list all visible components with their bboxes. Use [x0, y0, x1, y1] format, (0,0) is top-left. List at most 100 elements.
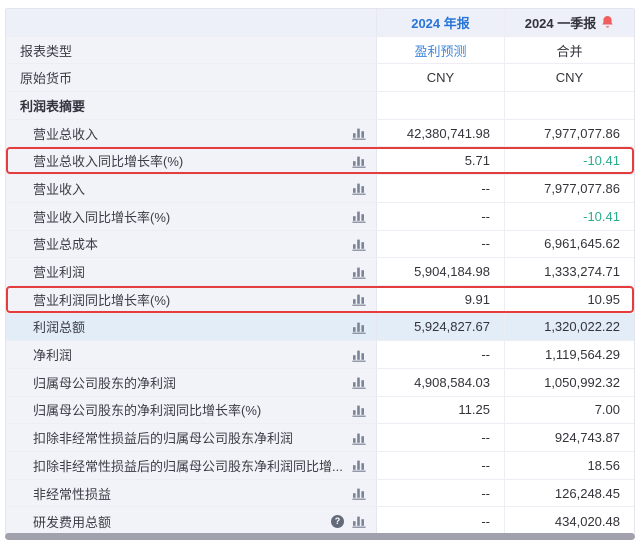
row-label-cell: 营业利润 ? [6, 258, 377, 285]
row-label: 研发费用总额 [33, 512, 111, 531]
indicator-header-cell [6, 9, 377, 36]
bar-chart-icon[interactable] [351, 514, 366, 529]
row-label-cell: 营业总收入 ? [6, 120, 377, 147]
annual-header-label[interactable]: 2024 年报 [411, 13, 470, 32]
cell-value: 6,961,645.62 [544, 236, 620, 251]
row-label: 营业利润同比增长率(%) [33, 290, 170, 309]
cell-value: 5,904,184.98 [414, 264, 490, 279]
cell-value: 盈利预测 [414, 41, 466, 60]
annual-value-cell: -- [377, 507, 505, 535]
row-icons: ? [343, 264, 366, 279]
bar-chart-icon[interactable] [351, 181, 366, 196]
row-label: 营业总成本 [33, 234, 98, 253]
cell-value: 11.25 [458, 402, 490, 417]
cell-value: 924,743.87 [555, 430, 620, 445]
cell-value: -- [481, 458, 490, 473]
cell-value: 7.00 [595, 402, 620, 417]
q1-value-cell: 1,050,992.32 [505, 369, 634, 396]
column-header-2024-q1[interactable]: 2024 一季报 [505, 9, 634, 36]
table-row: 营业利润 ? 5,904,184.98 [6, 258, 634, 286]
row-icons: ? [343, 319, 366, 334]
bar-chart-icon[interactable] [351, 292, 366, 307]
q1-value-cell: 924,743.87 [505, 424, 634, 451]
bar-chart-icon[interactable] [351, 153, 366, 168]
bar-chart-icon[interactable] [351, 430, 366, 445]
table-row: 原始货币 ? CNY CNY [6, 64, 634, 92]
q1-value-cell: 7,977,077.86 [505, 175, 634, 202]
row-label-cell: 净利润 ? [6, 341, 377, 368]
table-row: 营业总收入 ? 42,380,741.98 [6, 120, 634, 148]
row-label-cell: 扣除非经常性损益后的归属母公司股东净利润 ? [6, 424, 377, 451]
q1-value-cell: 6,961,645.62 [505, 231, 634, 258]
cell-value: -- [481, 209, 490, 224]
row-label-cell: 营业收入 ? [6, 175, 377, 202]
row-label: 营业总收入同比增长率(%) [33, 151, 183, 170]
annual-value-cell: -- [377, 203, 505, 230]
help-icon[interactable]: ? [331, 515, 344, 528]
bar-chart-icon[interactable] [351, 236, 366, 251]
cell-value: 4,908,584.03 [414, 375, 490, 390]
annual-value-cell: -- [377, 452, 505, 479]
row-label: 净利润 [33, 345, 72, 364]
horizontal-scrollbar[interactable] [5, 533, 635, 540]
q1-value-cell: -10.41 [505, 147, 634, 174]
cell-value: 10.95 [587, 292, 620, 307]
row-label-cell: 利润总额 ? [6, 314, 377, 341]
bar-chart-icon[interactable] [351, 126, 366, 141]
table-row: 归属母公司股东的净利润同比增长率(%) ? 11.25 [6, 397, 634, 425]
cell-value: 42,380,741.98 [407, 126, 490, 141]
cell-value: CNY [556, 70, 583, 85]
q1-value-cell: 合并 [505, 37, 634, 64]
row-label-cell: 营业利润同比增长率(%) ? [6, 286, 377, 313]
cell-value: -- [481, 430, 490, 445]
q1-value-cell: 7,977,077.86 [505, 120, 634, 147]
annual-value-cell: 5.71 [377, 147, 505, 174]
annual-value-cell: -- [377, 175, 505, 202]
bar-chart-icon[interactable] [351, 209, 366, 224]
cell-value: 7,977,077.86 [544, 181, 620, 196]
annual-value-cell: CNY [377, 64, 505, 91]
annual-value-cell: -- [377, 424, 505, 451]
bar-chart-icon[interactable] [351, 264, 366, 279]
table-row: 营业收入同比增长率(%) ? -- -1 [6, 203, 634, 231]
q1-value-cell: 1,119,564.29 [505, 341, 634, 368]
row-label: 扣除非经常性损益后的归属母公司股东净利润 [33, 428, 293, 447]
row-icons: ? [343, 347, 366, 362]
row-icons: ? [343, 402, 366, 417]
alert-bell-icon[interactable] [601, 15, 614, 29]
row-label-cell: 归属母公司股东的净利润同比增长率(%) ? [6, 397, 377, 424]
table-row: 扣除非经常性损益后的归属母公司股东净利润 ? -- [6, 424, 634, 452]
annual-value-cell: -- [377, 231, 505, 258]
annual-value-cell: 11.25 [377, 397, 505, 424]
bar-chart-icon[interactable] [351, 347, 366, 362]
cell-value: 1,119,564.29 [545, 347, 620, 362]
row-label-cell: 非经常性损益 ? [6, 480, 377, 507]
q1-value-cell: 126,248.45 [505, 480, 634, 507]
table-row: 归属母公司股东的净利润 ? 4,908,584.03 [6, 369, 634, 397]
column-header-2024-annual[interactable]: 2024 年报 [377, 9, 505, 36]
bar-chart-icon[interactable] [351, 375, 366, 390]
row-label: 营业利润 [33, 262, 85, 281]
financial-report-panel: 2024 年报 2024 一季报 报表类型 ? [0, 0, 640, 541]
row-label-cell: 研发费用总额 ? [6, 507, 377, 535]
row-icons: ? [343, 153, 366, 168]
table-row: 净利润 ? -- 1,119,564.2 [6, 341, 634, 369]
annual-value-cell: 9.91 [377, 286, 505, 313]
q1-value-cell: 18.56 [505, 452, 634, 479]
table-row: 报表类型 ? 盈利预测 合并 [6, 37, 634, 65]
cell-value: 合并 [556, 41, 582, 60]
q1-value-cell: 1,333,274.71 [505, 258, 634, 285]
row-label: 扣除非经常性损益后的归属母公司股东净利润同比增... [33, 456, 343, 475]
row-label: 报表类型 [20, 41, 72, 60]
cell-value: 1,050,992.32 [544, 375, 620, 390]
table-row: 营业总成本 ? -- 6,961,645 [6, 231, 634, 259]
bar-chart-icon[interactable] [351, 402, 366, 417]
table-row: 营业收入 ? -- 7,977,077. [6, 175, 634, 203]
row-label-cell: 营业收入同比增长率(%) ? [6, 203, 377, 230]
bar-chart-icon[interactable] [351, 319, 366, 334]
bar-chart-icon[interactable] [351, 486, 366, 501]
bar-chart-icon[interactable] [351, 458, 366, 473]
table-header-row: 2024 年报 2024 一季报 [6, 9, 634, 37]
row-label-cell: 报表类型 ? [6, 37, 377, 64]
q1-header-label[interactable]: 2024 一季报 [525, 13, 615, 32]
